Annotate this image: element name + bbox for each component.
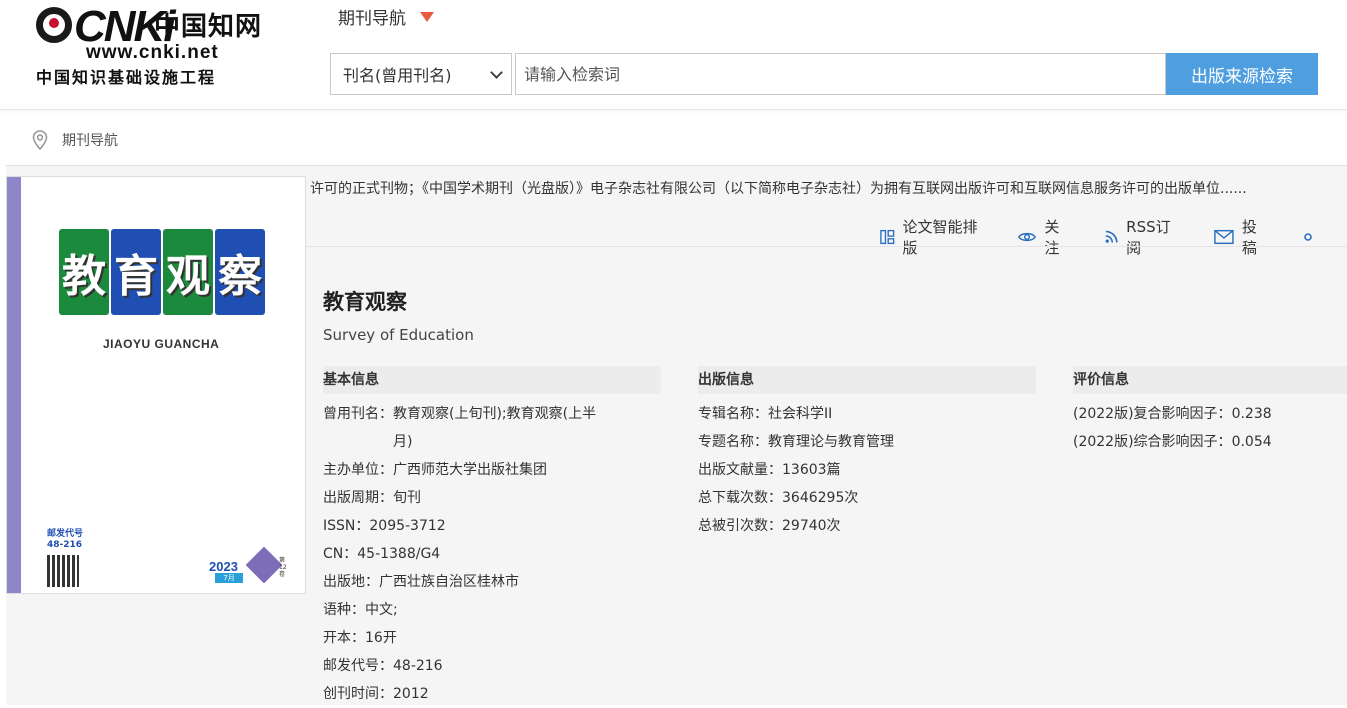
cover-postal-label: 邮发代号 — [47, 529, 84, 539]
rss-icon — [1106, 230, 1119, 243]
journal-cover-image: 教 育 观 察 JIAOYU GUANCHA 邮发代号 48-216 2023 … — [6, 176, 306, 594]
submit-button[interactable]: 投稿 — [1214, 216, 1269, 258]
cover-postal: 邮发代号 48-216 — [47, 529, 83, 551]
cover-month: 7月 — [215, 573, 243, 583]
top-header: CNKi 中国知网 www.cnki.net 中国知识基础设施工程 期刊导航 刊… — [0, 0, 1347, 110]
info-row: (2022版)复合影响因子： 0.238 — [1073, 406, 1272, 422]
publish-info-section: 出版信息 专辑名称： 社会科学II 专题名称： 教育理论与教育管理 出版文献量： 13… — [698, 366, 1036, 540]
info-row: 开本： 16开 — [323, 630, 397, 646]
follow-label: 关注 — [1044, 218, 1060, 257]
logo-dot-icon — [36, 7, 72, 43]
publish-info-heading: 出版信息 — [698, 366, 1036, 394]
follow-button[interactable]: 关注 — [1018, 216, 1071, 258]
evaluation-info-section: 评价信息 (2022版)复合影响因子： 0.238 (2022版)综合影响因子： 0… — [1073, 366, 1347, 456]
cover-tile: 育 — [111, 229, 161, 315]
logo-cn-name: 中国知网 — [154, 12, 263, 42]
cover-tile: 观 — [163, 229, 213, 315]
info-row: 出版周期： 旬刊 — [323, 490, 421, 506]
search-input[interactable] — [515, 53, 1166, 95]
info-row: CN： 45-1388/G4 — [323, 546, 441, 562]
info-row: 专辑名称： 社会科学II — [698, 406, 833, 422]
search-bar: 刊名(曾用刊名) 出版来源检索 — [330, 53, 1318, 95]
info-row: 邮发代号： 48-216 — [323, 658, 443, 674]
info-row: (2022版)综合影响因子： 0.054 — [1073, 434, 1272, 450]
journal-title-en: Survey of Education — [323, 326, 474, 344]
cover-volume: 第12卷 — [279, 557, 287, 578]
toolbar-divider — [306, 246, 1347, 247]
cnki-logo[interactable]: CNKi 中国知网 www.cnki.net 中国知识基础设施工程 — [32, 2, 272, 87]
info-row: 创刊时间： 2012 — [323, 686, 429, 702]
info-row: 出版文献量： 13603篇 — [698, 462, 841, 478]
info-row: 总下载次数： 3646295次 — [698, 490, 859, 506]
cover-issue-diamond-icon — [245, 546, 283, 584]
cover-tile: 教 — [59, 229, 109, 315]
share-icon — [1304, 233, 1312, 241]
rss-label: RSS订阅 — [1126, 218, 1171, 257]
logo-url: www.cnki.net — [86, 42, 219, 63]
triangle-down-icon — [420, 11, 434, 22]
journal-toolbar: 论文智能排版 关注 RSS订阅 投稿 — [880, 216, 1347, 258]
info-row: 语种： 中文; — [323, 602, 398, 618]
cover-title-tiles: 教 育 观 察 — [59, 229, 265, 315]
info-row: 主办单位： 广西师范大学出版社集团 — [323, 462, 547, 478]
cover-year: 2023 — [209, 559, 238, 574]
cover-tile: 察 — [215, 229, 265, 315]
evaluation-info-heading: 评价信息 — [1073, 366, 1347, 394]
mail-icon — [1214, 229, 1234, 245]
journal-nav-label: 期刊导航 — [338, 9, 406, 29]
search-field-select[interactable]: 刊名(曾用刊名) — [330, 53, 512, 95]
qr-code-icon — [47, 555, 79, 587]
basic-info-section: 基本信息 曾用刊名： 教育观察(上旬刊);教育观察(上半月) 主办单位： 广西师范大… — [323, 366, 661, 708]
journal-title: 教育观察 — [323, 290, 407, 314]
journal-detail-panel: 许可的正式刊物；《中国学术期刊（光盘版）》电子杂志社有限公司（以下简称电子杂志社… — [6, 165, 1347, 705]
cover-postal-code: 48-216 — [47, 540, 83, 550]
info-row: ISSN： 2095-3712 — [323, 518, 446, 534]
share-button[interactable] — [1303, 229, 1313, 245]
eye-icon — [1018, 232, 1037, 242]
info-row: 出版地： 广西壮族自治区桂林市 — [323, 574, 519, 590]
info-row: 专题名称： 教育理论与教育管理 — [698, 434, 894, 450]
smart-layout-label: 论文智能排版 — [902, 218, 978, 257]
location-pin-icon — [32, 130, 48, 150]
rss-button[interactable]: RSS订阅 — [1105, 216, 1180, 258]
cover-pinyin: JIAOYU GUANCHA — [103, 337, 220, 351]
journal-nav-dropdown[interactable]: 期刊导航 — [338, 4, 434, 29]
breadcrumb: 期刊导航 — [32, 130, 118, 150]
submit-label: 投稿 — [1241, 218, 1257, 257]
cover-spine-stripe — [7, 177, 21, 593]
basic-info-heading: 基本信息 — [323, 366, 661, 394]
search-field-value: 刊名(曾用刊名) — [343, 66, 452, 85]
notice-text: 许可的正式刊物；《中国学术期刊（光盘版）》电子杂志社有限公司（以下简称电子杂志社… — [310, 181, 1247, 197]
source-search-button[interactable]: 出版来源检索 — [1166, 53, 1318, 95]
chevron-down-icon — [490, 65, 503, 79]
logo-subtitle: 中国知识基础设施工程 — [36, 68, 217, 87]
breadcrumb-item[interactable]: 期刊导航 — [62, 130, 118, 150]
info-row: 曾用刊名： 教育观察(上旬刊);教育观察(上半月) — [323, 406, 597, 450]
layout-icon — [880, 229, 895, 245]
info-row: 总被引次数： 29740次 — [698, 518, 841, 534]
smart-layout-button[interactable]: 论文智能排版 — [880, 216, 984, 258]
